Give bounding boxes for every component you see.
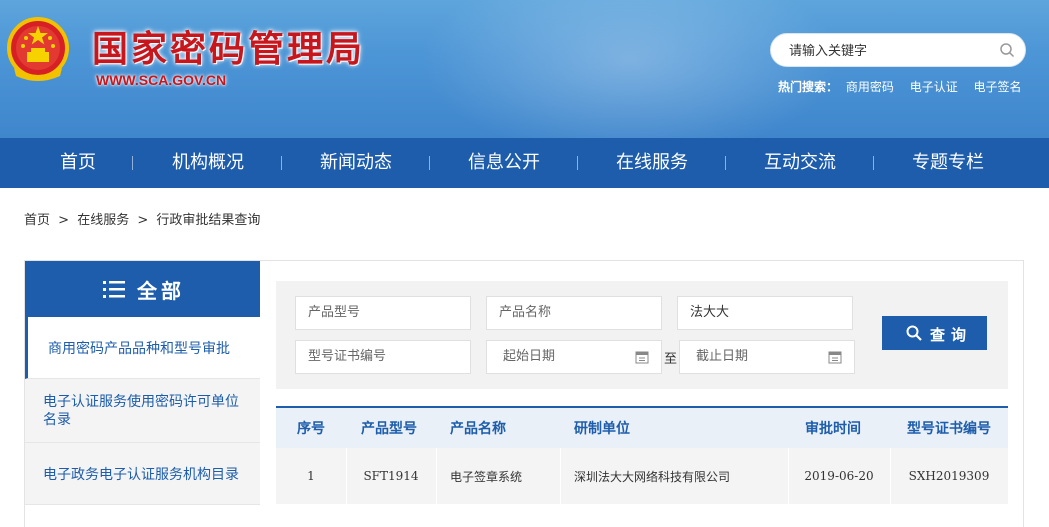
main-nav: 首页 机构概况 新闻动态 信息公开 在线服务 互动交流 专题专栏 [0, 138, 1049, 188]
breadcrumb-online-service[interactable]: 在线服务 [77, 213, 129, 228]
list-icon [103, 281, 125, 298]
search-input[interactable] [789, 41, 989, 61]
cell-product-model: SFT1914 [363, 469, 419, 483]
breadcrumb-separator: > [137, 213, 149, 228]
hot-search: 热门搜索： 商用密码 电子认证 电子签名 [778, 78, 1034, 95]
breadcrumb-separator: > [58, 213, 70, 228]
sidebar-header[interactable]: 全部 [25, 261, 260, 317]
site-header: 国家密码管理局 WWW.SCA.GOV.CN 热门搜索： 商用密码 电子认证 电… [0, 0, 1049, 138]
sidebar-item-license-list[interactable]: 电子认证服务使用密码许可单位名录 [25, 379, 260, 443]
column-header-index[interactable]: 序号 [276, 408, 346, 448]
results-table-header: 序号 产品型号 产品名称 研制单位 审批时间 型号证书编号 [276, 406, 1008, 448]
sidebar-item-label: 商用密码产品品种和型号审批 [48, 340, 230, 357]
column-header-product-model[interactable]: 产品型号 [346, 408, 432, 448]
breadcrumb-home[interactable]: 首页 [24, 213, 50, 228]
search-icon[interactable] [999, 42, 1015, 58]
column-header-product-name[interactable]: 产品名称 [438, 408, 558, 448]
end-date-field[interactable]: 截止日期 [679, 340, 855, 374]
search-icon [906, 325, 922, 341]
start-date-field[interactable]: 起始日期 [486, 340, 662, 374]
end-date-placeholder: 截止日期 [696, 349, 749, 364]
national-emblem-icon[interactable] [6, 16, 70, 84]
hot-term-dianzi-qianming[interactable]: 电子签名 [974, 80, 1022, 94]
sidebar-item-label: 电子认证服务使用密码许可单位名录 [43, 393, 239, 428]
calendar-icon[interactable] [635, 350, 649, 364]
cell-developer: 深圳法大大网络科技有限公司 [574, 469, 731, 484]
nav-item-topics[interactable]: 专题专栏 [874, 138, 1022, 188]
date-range-to-label: 至 [664, 352, 678, 367]
cell-product-name: 电子签章系统 [450, 469, 523, 484]
nav-item-home[interactable]: 首页 [4, 138, 152, 188]
nav-item-info-public[interactable]: 信息公开 [430, 138, 578, 188]
sidebar-title: 全部 [137, 279, 185, 303]
table-row[interactable]: 1 SFT1914 电子签章系统 深圳法大大网络科技有限公司 2019-06-2… [276, 448, 1008, 504]
hot-term-dianzi-renzheng[interactable]: 电子认证 [910, 80, 958, 94]
cell-cert-number: SXH2019309 [908, 469, 990, 483]
column-header-cert-number[interactable]: 型号证书编号 [890, 408, 1008, 448]
site-search [770, 33, 1026, 67]
nav-item-about[interactable]: 机构概况 [134, 138, 282, 188]
query-button-label: 查询 [930, 326, 973, 344]
breadcrumb: 首页 > 在线服务 > 行政审批结果查询 [24, 209, 264, 228]
column-divider [436, 448, 437, 504]
sidebar-item-label: 电子政务电子认证服务机构目录 [43, 466, 239, 483]
product-model-field[interactable]: 产品型号 [295, 296, 471, 330]
query-button[interactable]: 查询 [882, 316, 987, 350]
hot-search-label: 热门搜索： [778, 80, 839, 94]
nav-item-news[interactable]: 新闻动态 [282, 138, 430, 188]
nav-divider [132, 156, 133, 170]
breadcrumb-current: 行政审批结果查询 [156, 213, 261, 228]
hot-term-shangyong-mima[interactable]: 商用密码 [846, 80, 894, 94]
nav-item-interaction[interactable]: 互动交流 [726, 138, 874, 188]
cell-index: 1 [307, 469, 315, 483]
column-divider [560, 448, 561, 504]
column-header-developer[interactable]: 研制单位 [562, 408, 782, 448]
calendar-icon[interactable] [828, 350, 842, 364]
sidebar-item-egov-directory[interactable]: 电子政务电子认证服务机构目录 [25, 443, 260, 505]
cell-approval-date: 2019-06-20 [804, 469, 874, 483]
column-header-approval-date[interactable]: 审批时间 [788, 408, 878, 448]
site-url[interactable]: WWW.SCA.GOV.CN [96, 72, 226, 88]
nav-item-online-service[interactable]: 在线服务 [578, 138, 726, 188]
product-name-field[interactable]: 产品名称 [486, 296, 662, 330]
developer-unit-field[interactable]: 法大大 [677, 296, 853, 330]
cert-number-field[interactable]: 型号证书编号 [295, 340, 471, 374]
site-title[interactable]: 国家密码管理局 [92, 20, 365, 72]
sidebar-item-product-approval[interactable]: 商用密码产品品种和型号审批 [25, 317, 260, 379]
header-background-glow [420, 0, 840, 138]
start-date-placeholder: 起始日期 [503, 349, 556, 364]
